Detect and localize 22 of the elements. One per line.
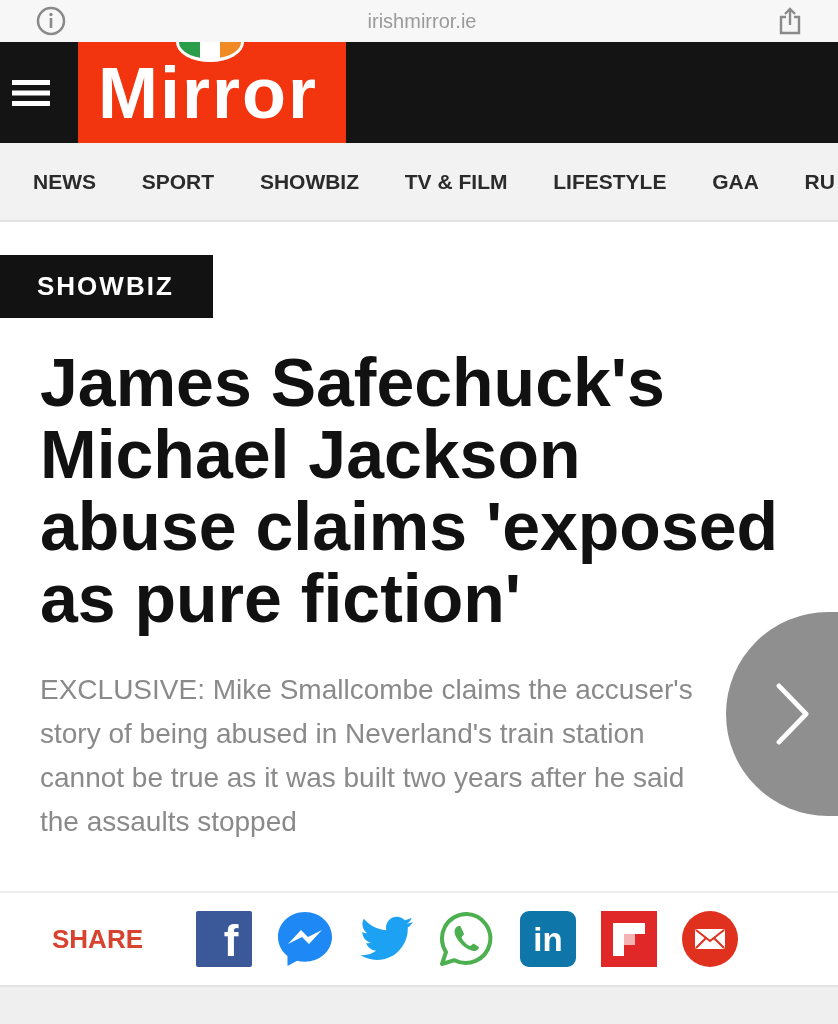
share-icon[interactable] bbox=[778, 7, 802, 35]
email-icon[interactable] bbox=[682, 911, 738, 967]
headline: James Safechuck's Michael Jackson abuse claims 'exposed as pure fiction' bbox=[40, 346, 780, 634]
logo-link[interactable]: Mirror bbox=[78, 42, 346, 143]
standfirst-text: EXCLUSIVE: Mike Smallcombe claims the accuser's story of being abused in Neverland's train station cannot be true as it was built two years after he said the assaults stopped bbox=[40, 673, 694, 839]
linkedin-icon[interactable]: in bbox=[520, 911, 576, 967]
share-label: SHARE bbox=[52, 923, 143, 955]
nav-link[interactable]: SHOWBIZ bbox=[259, 169, 360, 194]
facebook-icon[interactable]: f bbox=[196, 911, 252, 967]
whatsapp-icon[interactable] bbox=[439, 911, 495, 967]
nav-link[interactable]: NEWS bbox=[33, 169, 96, 194]
nav-link[interactable]: SPORT bbox=[141, 169, 215, 194]
menu-icon[interactable] bbox=[12, 78, 50, 107]
chevron-right-icon bbox=[776, 683, 810, 745]
nav-link[interactable]: RU bbox=[804, 169, 835, 194]
section-label[interactable]: SHOWBIZ bbox=[0, 255, 213, 318]
messenger-icon[interactable] bbox=[277, 911, 333, 967]
nav-link[interactable]: LIFESTYLE bbox=[553, 169, 667, 194]
nav-link[interactable]: GAA bbox=[712, 169, 759, 194]
flipboard-icon[interactable] bbox=[601, 911, 657, 967]
nav-link[interactable]: TV & FILM bbox=[404, 169, 508, 194]
info-icon[interactable] bbox=[36, 6, 66, 36]
